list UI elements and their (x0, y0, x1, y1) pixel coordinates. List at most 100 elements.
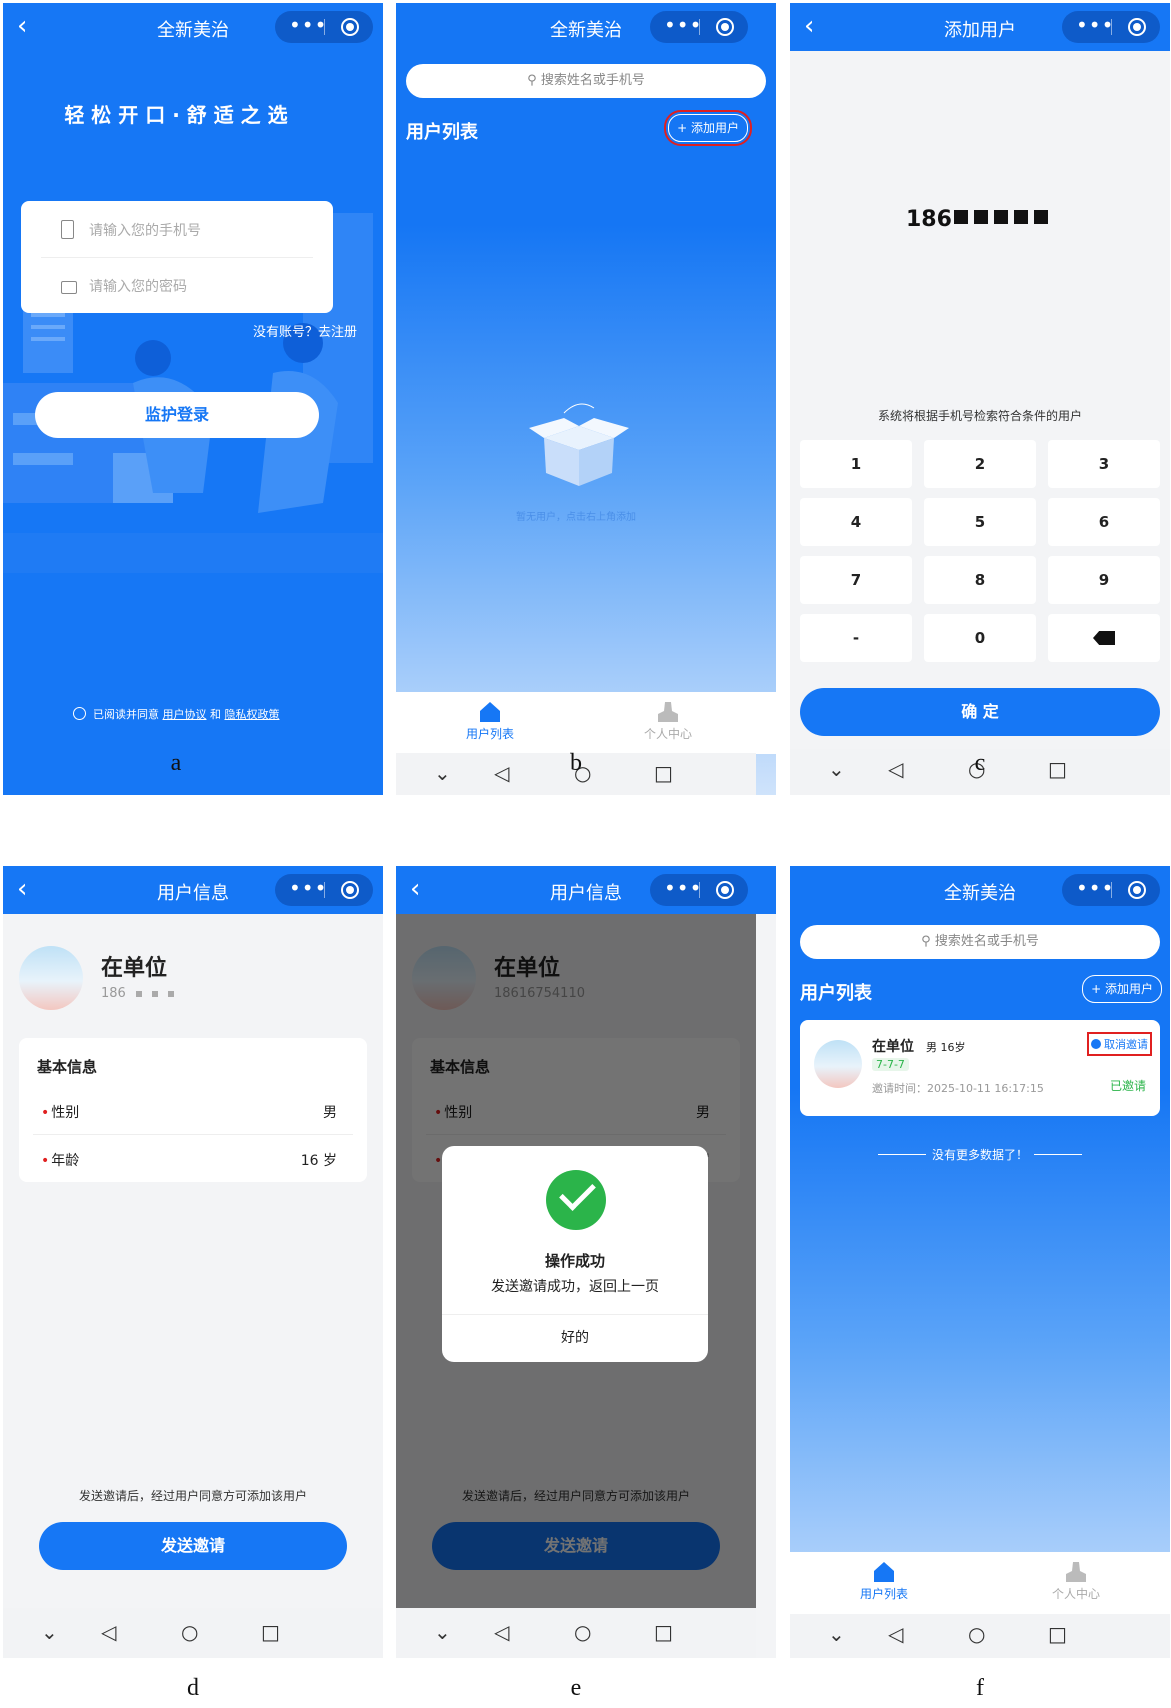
item-meta: 男 16岁 (926, 1041, 966, 1054)
header: ‹ 添加用户 ••• (790, 3, 1170, 51)
more-icon[interactable]: ••• (1076, 876, 1114, 900)
nav-back-icon[interactable]: ◁ (494, 1620, 509, 1644)
user-phone: 186 (101, 986, 182, 1001)
dialog-title: 操作成功 (544, 1252, 605, 1270)
system-nav-bar: ⌄ ◁ ○ □ (3, 1608, 383, 1658)
nav-back-icon[interactable]: ◁ (888, 1622, 903, 1646)
tab-bar: 用户列表 个人中心 (790, 1552, 1170, 1614)
phone-display: 186 (906, 207, 1052, 232)
close-target-icon[interactable] (1128, 881, 1146, 899)
key-6[interactable]: 6 (1048, 498, 1160, 546)
item-tag: 7-7-7 (872, 1058, 909, 1071)
user-name: 在单位 (101, 956, 168, 981)
home-icon (480, 702, 500, 722)
key-1[interactable]: 1 (800, 440, 912, 488)
empty-text: 暂无用户，点击右上角添加 (516, 512, 636, 523)
header: ‹ 用户信息 ••• (396, 866, 776, 914)
nav-recent-icon[interactable]: □ (261, 1620, 280, 1644)
caption-b: b (570, 750, 582, 776)
more-icon[interactable]: ••• (289, 13, 327, 37)
list-title: 用户列表 (406, 122, 478, 143)
panel-user-info: ‹ 用户信息 ••• 在单位 186 基本信息 • 性别 男 • 年龄 16 岁 发… (3, 866, 383, 1658)
person-icon (1066, 1562, 1086, 1582)
tab-profile[interactable]: 个人中心 (618, 702, 718, 742)
close-target-icon[interactable] (716, 881, 734, 899)
backspace-key[interactable] (1048, 614, 1160, 662)
nav-down-icon[interactable]: ⌄ (434, 1620, 451, 1644)
close-target-icon[interactable] (341, 881, 359, 899)
confirm-button[interactable]: 确 定 (800, 688, 1160, 736)
key-3[interactable]: 3 (1048, 440, 1160, 488)
tab-label: 个人中心 (643, 727, 692, 741)
age-value: 16 岁 (300, 1153, 337, 1169)
caption-f: f (976, 1675, 984, 1701)
nav-back-icon[interactable]: ◁ (101, 1620, 116, 1644)
search-input[interactable]: ⚲ 搜索姓名或手机号 (800, 925, 1160, 959)
panel-success-dialog: ‹ 用户信息 ••• 在单位 18616754110 基本信息 •性别 男 •年… (396, 866, 776, 1658)
key-8[interactable]: 8 (924, 556, 1036, 604)
tab-label: 个人中心 (1051, 1587, 1100, 1601)
redacted-digits (953, 210, 1052, 224)
age-row: •年龄 16 岁 (33, 1134, 353, 1182)
avatar (19, 946, 83, 1010)
close-target-icon[interactable] (341, 18, 359, 36)
key-dash[interactable]: - (800, 614, 912, 662)
search-input[interactable]: ⚲ 搜索姓名或手机号 (406, 64, 766, 98)
more-icon[interactable]: ••• (664, 876, 702, 900)
key-5[interactable]: 5 (924, 498, 1036, 546)
avatar (814, 1040, 862, 1088)
user-agreement-link[interactable]: 用户协议 (163, 708, 207, 721)
header: ‹ 全新美治 ••• (3, 3, 383, 51)
phone-input[interactable]: 请输入您的手机号 (89, 220, 201, 240)
nav-home-icon[interactable]: ○ (968, 1622, 985, 1646)
empty-box-icon (529, 403, 629, 486)
mini-program-capsule: ••• (275, 11, 373, 43)
cancel-invite-button[interactable]: 取消邀请 (1086, 1032, 1152, 1056)
list-item[interactable]: 在单位 男 16岁 7-7-7 邀请时间：2025-10-11 16:17:15… (800, 1020, 1160, 1116)
plus-icon: + (677, 121, 691, 135)
more-icon[interactable]: ••• (289, 876, 327, 900)
tab-user-list[interactable]: 用户列表 (834, 1562, 934, 1602)
privacy-policy-link[interactable]: 隐私权政策 (225, 708, 280, 721)
key-0[interactable]: 0 (924, 614, 1036, 662)
add-user-label: 添加用户 (1104, 982, 1153, 996)
agree-text: 已阅读并同意 (93, 708, 159, 721)
close-target-icon[interactable] (716, 18, 734, 36)
tab-user-list[interactable]: 用户列表 (440, 702, 540, 742)
nav-home-icon[interactable]: ○ (181, 1620, 198, 1644)
panel-invited-list: 全新美治 ••• ⚲ 搜索姓名或手机号 用户列表 + 添加用户 在单位 男 16… (790, 866, 1170, 1658)
nav-down-icon[interactable]: ⌄ (41, 1620, 58, 1644)
send-invite-button[interactable]: 发送邀请 (39, 1522, 347, 1570)
guardian-login-button[interactable]: 监护登录 (35, 392, 319, 438)
more-icon[interactable]: ••• (1076, 13, 1114, 37)
password-input[interactable]: 请输入您的密码 (89, 276, 187, 296)
mini-program-capsule: ••• (650, 874, 748, 906)
ok-button[interactable]: 好的 (442, 1314, 708, 1362)
agree-checkbox[interactable] (72, 707, 86, 720)
add-user-button[interactable]: + 添加用户 (664, 110, 752, 146)
invite-note: 发送邀请后，经过用户同意方可添加该用户 (78, 1489, 307, 1503)
register-link[interactable]: 没有账号？去注册 (253, 321, 357, 340)
phone-field[interactable]: 请输入您的手机号 (41, 201, 313, 258)
key-9[interactable]: 9 (1048, 556, 1160, 604)
nav-recent-icon[interactable]: □ (654, 1620, 673, 1644)
mini-program-capsule: ••• (1062, 11, 1160, 43)
nav-home-icon[interactable]: ○ (574, 1620, 591, 1644)
nav-recent-icon[interactable]: □ (1048, 1622, 1067, 1646)
tab-profile[interactable]: 个人中心 (1026, 1562, 1126, 1602)
list-title: 用户列表 (800, 983, 872, 1004)
nav-down-icon[interactable]: ⌄ (828, 1622, 845, 1646)
more-icon[interactable]: ••• (664, 13, 702, 37)
key-7[interactable]: 7 (800, 556, 912, 604)
search-hint: 系统将根据手机号检索符合条件的用户 (877, 409, 1082, 423)
add-user-button[interactable]: + 添加用户 (1082, 975, 1162, 1003)
search-icon: ⚲ (921, 934, 935, 949)
key-4[interactable]: 4 (800, 498, 912, 546)
invite-time: 邀请时间：2025-10-11 16:17:15 (872, 1082, 1044, 1095)
password-field[interactable]: 请输入您的密码 (41, 257, 313, 313)
caption-e: e (570, 1675, 582, 1701)
key-2[interactable]: 2 (924, 440, 1036, 488)
mini-program-capsule: ••• (1062, 874, 1160, 906)
search-placeholder: 搜索姓名或手机号 (934, 934, 1039, 949)
close-target-icon[interactable] (1128, 18, 1146, 36)
